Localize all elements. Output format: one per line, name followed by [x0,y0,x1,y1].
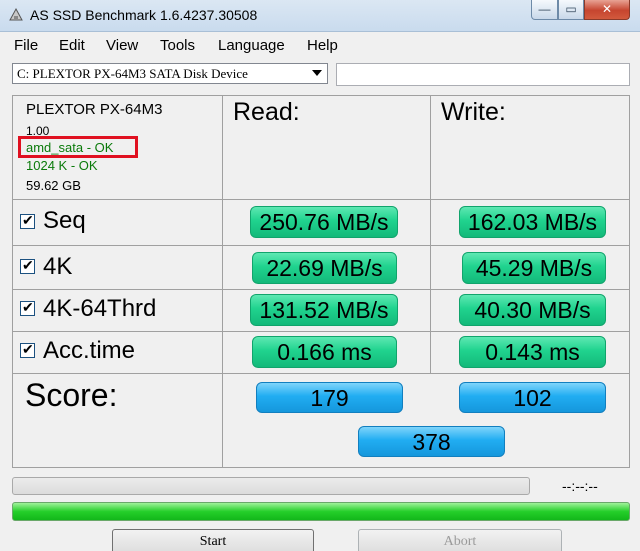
check-icon: ✔ [22,212,34,228]
drive-capacity: 59.62 GB [26,178,81,193]
grid-divider [12,199,630,200]
menu-bar: File Edit View Tools Language Help [0,32,640,58]
menu-help[interactable]: Help [307,37,338,54]
start-button[interactable]: Start [112,529,314,551]
score-read: 179 [256,382,403,413]
score-write: 102 [459,382,606,413]
minimize-icon: — [538,2,551,16]
4k-write-value: 45.29 MB/s [462,252,606,284]
abort-button[interactable]: Abort [358,529,562,551]
4k-read-value: 22.69 MB/s [252,252,397,284]
progress-bar [12,477,530,495]
chevron-down-icon[interactable] [312,70,322,76]
device-select-value: C: PLEXTOR PX-64M3 SATA Disk Device [17,66,248,81]
menu-edit[interactable]: Edit [59,37,85,54]
menu-tools[interactable]: Tools [160,37,195,54]
acctime-write-value: 0.143 ms [459,336,606,368]
window-title: AS SSD Benchmark 1.6.4237.30508 [30,7,258,23]
check-icon: ✔ [22,299,34,315]
menu-view[interactable]: View [106,37,138,54]
grid-divider [12,373,630,374]
read-header: Read: [233,98,300,126]
write-header: Write: [441,98,506,126]
grid-divider [12,289,630,290]
acctime-label: Acc.time [43,337,136,364]
menu-language[interactable]: Language [218,37,285,54]
title-bar: AS SSD Benchmark 1.6.4237.30508 — ▭ ✕ [0,0,640,32]
4k64-write-value: 40.30 MB/s [459,294,606,326]
close-icon: ✕ [601,2,613,16]
4k64-label: 4K-64Thrd [43,295,157,322]
device-select[interactable]: C: PLEXTOR PX-64M3 SATA Disk Device [12,63,328,84]
highlight-box [18,136,138,158]
check-icon: ✔ [22,257,34,273]
maximize-button[interactable]: ▭ [558,0,584,20]
seq-read-value: 250.76 MB/s [250,206,398,238]
acctime-checkbox[interactable]: ✔ [20,341,35,358]
4k64-read-value: 131.52 MB/s [250,294,398,326]
extra-input-field[interactable] [336,63,630,86]
grid-divider [12,245,630,246]
alignment-status: 1024 K - OK [26,158,98,173]
4k-label: 4K [43,253,73,280]
grid-divider [12,331,630,332]
drive-model: PLEXTOR PX-64M3 [26,101,163,118]
seq-checkbox[interactable]: ✔ [20,212,35,229]
close-button[interactable]: ✕ [584,0,630,20]
seq-write-value: 162.03 MB/s [459,206,606,238]
acctime-read-value: 0.166 ms [252,336,397,368]
elapsed-time: --:--:-- [562,478,598,494]
score-label: Score: [25,377,118,413]
seq-label: Seq [43,207,86,234]
4k-checkbox[interactable]: ✔ [20,257,35,274]
score-total: 378 [358,426,505,457]
grid-divider [222,95,223,468]
4k64-checkbox[interactable]: ✔ [20,299,35,316]
menu-file[interactable]: File [14,37,38,54]
maximize-icon: ▭ [565,2,577,16]
check-icon: ✔ [22,341,34,357]
app-icon [9,7,23,21]
total-progress-bar [12,502,630,521]
minimize-button[interactable]: — [531,0,558,20]
